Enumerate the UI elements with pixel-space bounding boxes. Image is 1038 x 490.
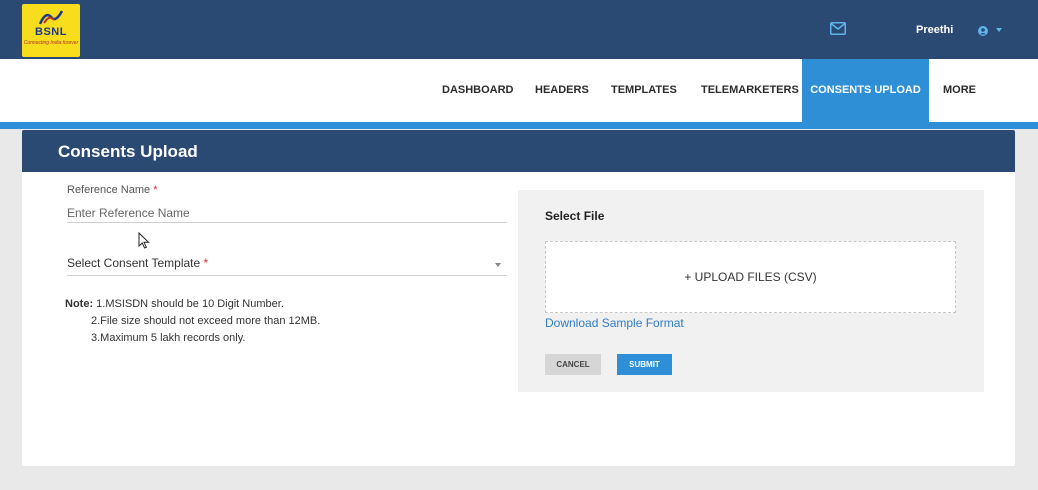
select-file-title: Select File	[545, 209, 605, 223]
file-upload-panel: Select File + UPLOAD FILES (CSV) Downloa…	[518, 190, 984, 392]
note-line-1: Note: 1.MSISDN should be 10 Digit Number…	[65, 296, 284, 313]
note-text-1: 1.MSISDN should be 10 Digit Number.	[96, 298, 284, 310]
card-header: Consents Upload	[22, 130, 1015, 172]
chevron-down-icon[interactable]	[996, 28, 1002, 32]
logo-text: BSNL	[35, 26, 67, 38]
consent-template-label: Select Consent Template *	[67, 256, 208, 270]
top-bar: BSNL Connecting India forever Preethi	[0, 0, 1038, 59]
submit-button[interactable]: SUBMIT	[617, 354, 672, 375]
nav-item-more[interactable]: MORE	[943, 59, 976, 122]
nav-item-headers[interactable]: HEADERS	[535, 59, 589, 122]
consents-upload-card: Consents Upload Reference Name * Select …	[22, 130, 1015, 466]
bsnl-logo-icon	[38, 10, 64, 25]
note-line-3: 3.Maximum 5 lakh records only.	[91, 332, 246, 344]
nav-accent-bar	[0, 122, 1038, 129]
nav-item-templates[interactable]: TEMPLATES	[611, 59, 677, 122]
user-name[interactable]: Preethi	[916, 24, 953, 36]
reference-name-label: Reference Name *	[67, 184, 158, 196]
nav-item-dashboard[interactable]: DASHBOARD	[442, 59, 514, 122]
consent-template-select[interactable]: Select Consent Template *	[67, 252, 507, 276]
upload-files-label: + UPLOAD FILES (CSV)	[684, 270, 817, 284]
main-nav: DASHBOARD HEADERS TEMPLATES TELEMARKETER…	[0, 59, 1038, 129]
reference-name-input[interactable]	[67, 203, 507, 223]
cancel-button[interactable]: CANCEL	[545, 354, 601, 375]
note-label: Note:	[65, 298, 94, 310]
upload-dropzone[interactable]: + UPLOAD FILES (CSV)	[545, 241, 956, 313]
reference-name-label-text: Reference Name	[67, 184, 151, 196]
bsnl-logo[interactable]: BSNL Connecting India forever	[22, 4, 80, 57]
required-mark: *	[203, 256, 209, 270]
mail-icon[interactable]	[830, 22, 846, 35]
nav-item-telemarketers[interactable]: TELEMARKETERS	[701, 59, 799, 122]
nav-item-consents-upload[interactable]: CONSENTS UPLOAD	[802, 59, 929, 122]
consent-template-label-text: Select Consent Template	[67, 256, 201, 270]
chevron-down-icon	[495, 263, 501, 267]
user-circle-icon[interactable]	[978, 26, 988, 36]
page-title: Consents Upload	[58, 142, 198, 161]
required-mark: *	[153, 184, 158, 196]
mouse-cursor-icon	[138, 232, 150, 249]
note-line-2: 2.File size should not exceed more than …	[91, 315, 321, 327]
logo-tagline: Connecting India forever	[23, 40, 79, 46]
download-sample-link[interactable]: Download Sample Format	[545, 316, 684, 330]
